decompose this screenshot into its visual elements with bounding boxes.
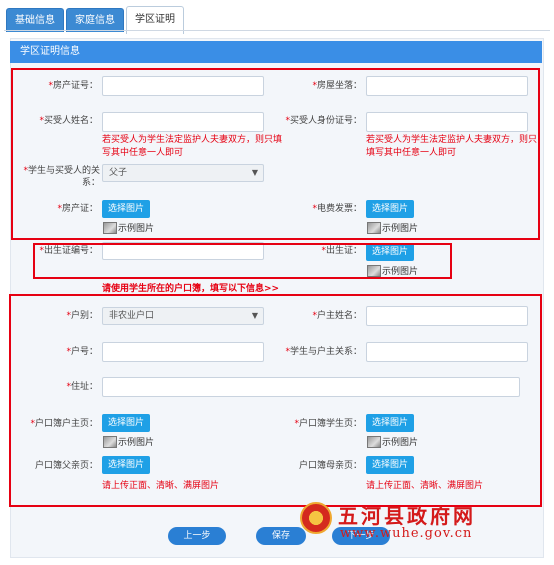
save-button[interactable]: 保存 — [256, 527, 306, 545]
watermark-url: www.wuhe.gov.cn — [340, 526, 473, 541]
highlight-box-birth — [33, 243, 452, 279]
tab-basic-info[interactable]: 基础信息 — [6, 8, 64, 32]
site-watermark: 五河县政府网 www.wuhe.gov.cn — [300, 500, 554, 548]
tab-bar: 基础信息 家庭信息 学区证明 — [4, 4, 550, 34]
watermark-title: 五河县政府网 — [338, 504, 476, 528]
national-emblem-icon — [300, 502, 332, 534]
highlight-box-property — [11, 68, 540, 240]
section-title: 学区证明信息 — [10, 41, 542, 63]
tab-family-info[interactable]: 家庭信息 — [66, 8, 124, 32]
tab-divider — [4, 30, 550, 31]
prev-step-button[interactable]: 上一步 — [168, 527, 226, 545]
highlight-box-household — [9, 294, 542, 507]
